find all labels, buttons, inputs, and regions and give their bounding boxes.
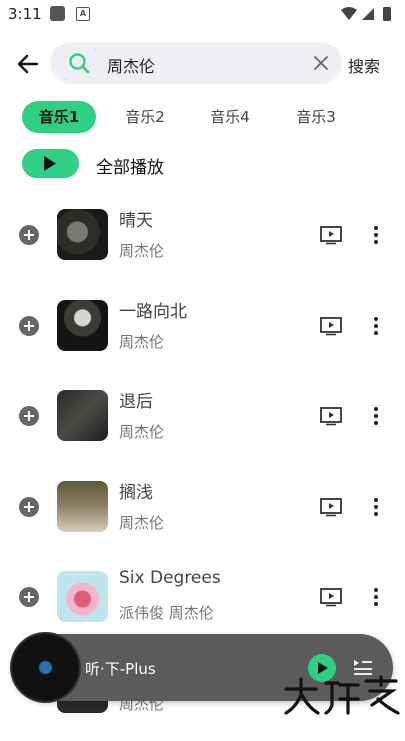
play-icon — [44, 156, 56, 171]
add-icon[interactable] — [19, 587, 39, 607]
album-cover — [57, 390, 108, 441]
watermark-logo — [284, 675, 400, 715]
more-icon[interactable] — [366, 223, 386, 247]
wifi-icon — [341, 7, 357, 20]
tab-music-4[interactable]: 音乐4 — [195, 101, 265, 133]
add-icon[interactable] — [19, 497, 39, 517]
add-icon[interactable] — [19, 406, 39, 426]
tab-music-1[interactable]: 音乐1 — [22, 101, 96, 133]
more-icon[interactable] — [366, 495, 386, 519]
search-input[interactable]: 周杰伦 — [107, 53, 155, 77]
song-title: 晴天 — [119, 211, 153, 231]
status-time: 3:11 — [8, 5, 42, 23]
song-title: 退后 — [119, 392, 153, 412]
more-icon[interactable] — [366, 404, 386, 428]
album-cover — [57, 209, 108, 260]
signal-icon — [362, 8, 374, 20]
song-row[interactable]: 一路向北 周杰伦 — [0, 289, 405, 379]
more-icon[interactable] — [366, 314, 386, 338]
battery-icon — [383, 7, 391, 21]
album-cover — [57, 300, 108, 351]
more-icon[interactable] — [366, 585, 386, 609]
mv-icon[interactable] — [319, 587, 343, 607]
song-title: Six Degrees — [119, 568, 221, 588]
song-artist: 派伟俊 周杰伦 — [119, 604, 214, 622]
song-row[interactable]: 退后 周杰伦 — [0, 379, 405, 469]
search-box[interactable]: 周杰伦 — [50, 42, 342, 84]
clear-icon[interactable] — [312, 54, 330, 72]
song-artist: 周杰伦 — [119, 333, 165, 351]
song-artist: 周杰伦 — [119, 423, 165, 441]
tab-music-2[interactable]: 音乐2 — [110, 101, 180, 133]
song-row[interactable]: 晴天 周杰伦 — [0, 198, 405, 288]
mv-icon[interactable] — [319, 225, 343, 245]
status-bar: 3:11 A — [0, 0, 405, 28]
search-button[interactable]: 搜索 — [348, 53, 380, 77]
song-row[interactable]: 搁浅 周杰伦 — [0, 470, 405, 560]
song-title: 搁浅 — [119, 483, 153, 503]
play-icon — [318, 662, 328, 674]
add-icon[interactable] — [19, 225, 39, 245]
album-cover — [57, 571, 108, 622]
mv-icon[interactable] — [319, 497, 343, 517]
song-artist: 周杰伦 — [119, 242, 165, 260]
mv-icon[interactable] — [319, 316, 343, 336]
search-icon — [69, 53, 90, 74]
play-all-label: 全部播放 — [96, 158, 164, 178]
back-arrow-icon[interactable] — [14, 50, 42, 78]
song-artist: 周杰伦 — [119, 514, 165, 532]
add-icon[interactable] — [19, 316, 39, 336]
mv-icon[interactable] — [319, 406, 343, 426]
notification-icon — [50, 6, 65, 21]
keyboard-notification-icon: A — [76, 7, 90, 21]
album-disc — [10, 632, 81, 703]
song-title: 一路向北 — [119, 302, 187, 322]
play-all-button[interactable] — [22, 149, 79, 178]
tab-music-3[interactable]: 音乐3 — [281, 101, 351, 133]
album-cover — [57, 481, 108, 532]
player-track-name: 听·下-Plus — [85, 660, 156, 678]
system-icons — [341, 7, 391, 21]
